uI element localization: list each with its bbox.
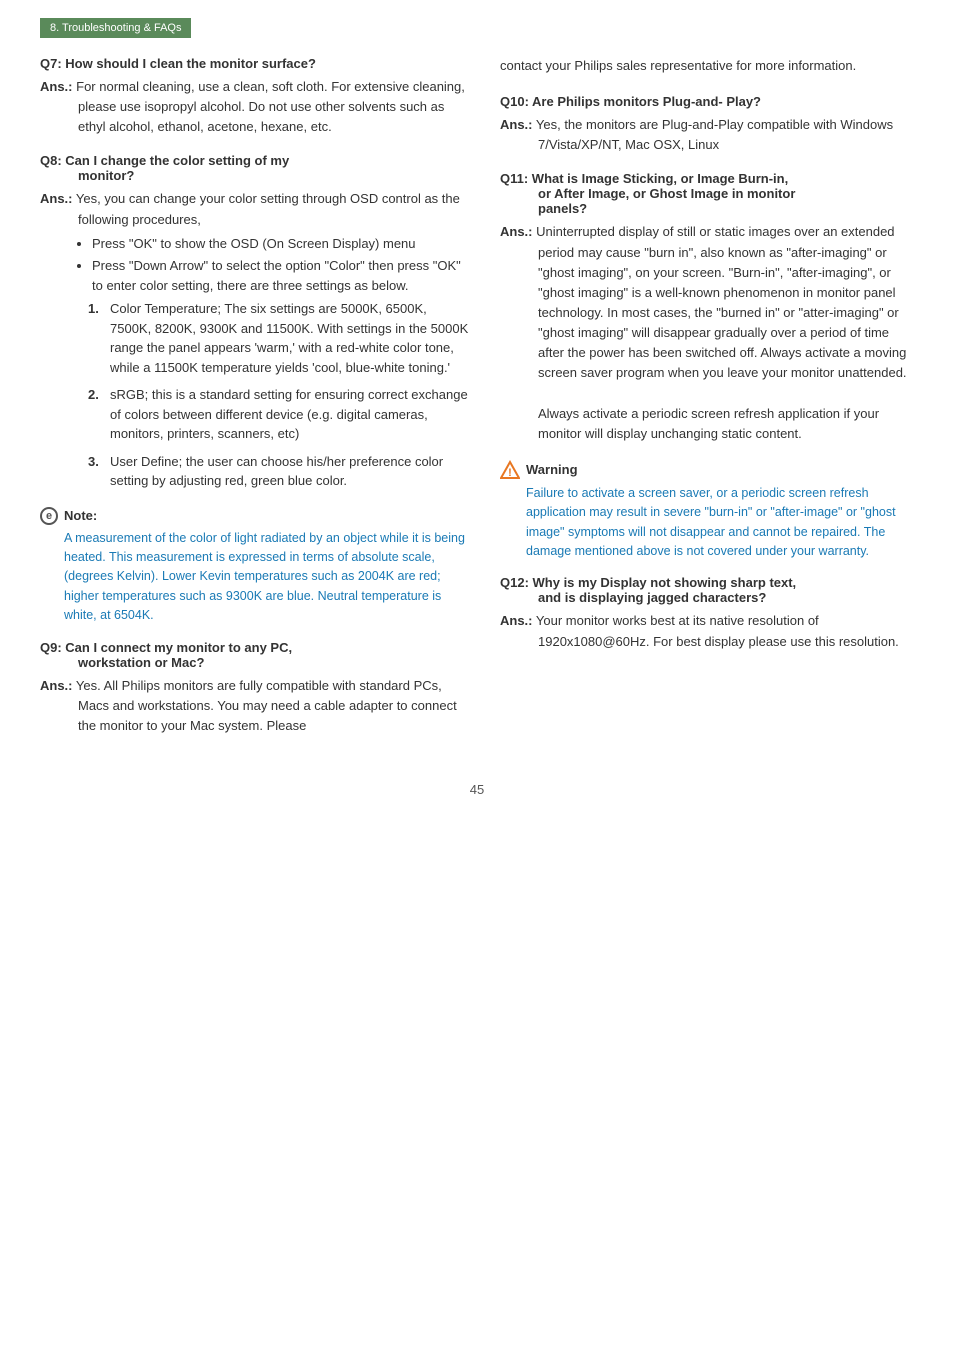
numbered-item-2: 2. sRGB; this is a standard setting for … bbox=[88, 385, 470, 444]
answer-intro-q8: Yes, you can change your color setting t… bbox=[76, 191, 460, 226]
answer-text-q11: Uninterrupted display of still or static… bbox=[536, 224, 906, 380]
svg-text:!: ! bbox=[508, 467, 512, 479]
num-1: 1. bbox=[88, 299, 104, 377]
page-container: 8. Troubleshooting & FAQs Q7: How should… bbox=[0, 0, 954, 1350]
question-q9-line2: workstation or Mac? bbox=[40, 655, 204, 670]
note-header: e Note: bbox=[40, 507, 470, 525]
question-q9-line1: Q9: Can I connect my monitor to any PC, bbox=[40, 640, 292, 655]
numbered-text-2: sRGB; this is a standard setting for ens… bbox=[110, 385, 470, 444]
qa-block-q10: Q10: Are Philips monitors Plug-and- Play… bbox=[500, 94, 914, 155]
question-q11-line2: or After Image, or Ghost Image in monito… bbox=[500, 186, 795, 201]
question-q7: Q7: How should I clean the monitor surfa… bbox=[40, 56, 470, 71]
right-column: contact your Philips sales representativ… bbox=[500, 56, 914, 752]
question-q9: Q9: Can I connect my monitor to any PC, … bbox=[40, 640, 470, 670]
question-q11: Q11: What is Image Sticking, or Image Bu… bbox=[500, 171, 914, 216]
answer-q7: Ans.: For normal cleaning, use a clean, … bbox=[40, 77, 470, 137]
qa-block-q7: Q7: How should I clean the monitor surfa… bbox=[40, 56, 470, 137]
answer-text-q7: For normal cleaning, use a clean, soft c… bbox=[76, 79, 465, 134]
answer-q12: Ans.: Your monitor works best at its nat… bbox=[500, 611, 914, 651]
ans-label-q9: Ans.: bbox=[40, 678, 73, 693]
num-3: 3. bbox=[88, 452, 104, 491]
qa-block-q9: Q9: Can I connect my monitor to any PC, … bbox=[40, 640, 470, 736]
bullet-item-1: Press "OK" to show the OSD (On Screen Di… bbox=[92, 234, 470, 254]
answer-q8: Ans.: Yes, you can change your color set… bbox=[40, 189, 470, 490]
note-label: Note: bbox=[64, 508, 97, 523]
answer-text-q12: Your monitor works best at its native re… bbox=[536, 613, 899, 648]
question-q8-line2: monitor? bbox=[40, 168, 134, 183]
two-column-layout: Q7: How should I clean the monitor surfa… bbox=[40, 56, 914, 752]
answer-q9: Ans.: Yes. All Philips monitors are full… bbox=[40, 676, 470, 736]
ans-label-q7: Ans.: bbox=[40, 79, 73, 94]
note-text: A measurement of the color of light radi… bbox=[40, 529, 470, 626]
ans-label-q8: Ans.: bbox=[40, 191, 73, 206]
answer-text2-q11: Always activate a periodic screen refres… bbox=[538, 406, 879, 441]
tab-bar: 8. Troubleshooting & FAQs bbox=[40, 18, 191, 38]
warning-text: Failure to activate a screen saver, or a… bbox=[500, 484, 914, 562]
question-q12: Q12: Why is my Display not showing sharp… bbox=[500, 575, 914, 605]
numbered-item-3: 3. User Define; the user can choose his/… bbox=[88, 452, 470, 491]
qa-block-q12: Q12: Why is my Display not showing sharp… bbox=[500, 575, 914, 651]
qa-block-q11: Q11: What is Image Sticking, or Image Bu… bbox=[500, 171, 914, 444]
ans-label-q12: Ans.: bbox=[500, 613, 533, 628]
ans-label-q11: Ans.: bbox=[500, 224, 533, 239]
q9-cont: contact your Philips sales representativ… bbox=[500, 56, 914, 76]
numbered-text-3: User Define; the user can choose his/her… bbox=[110, 452, 470, 491]
answer-q11: Ans.: Uninterrupted display of still or … bbox=[500, 222, 914, 444]
warning-label: Warning bbox=[526, 462, 578, 477]
warning-box: ! Warning Failure to activate a screen s… bbox=[500, 460, 914, 562]
question-q12-line2: and is displaying jagged characters? bbox=[500, 590, 766, 605]
answer-text-q9: Yes. All Philips monitors are fully comp… bbox=[76, 678, 457, 733]
warning-header: ! Warning bbox=[500, 460, 914, 480]
note-icon: e bbox=[40, 507, 58, 525]
numbered-list-q8: 1. Color Temperature; The six settings a… bbox=[78, 299, 470, 491]
question-q8: Q8: Can I change the color setting of my… bbox=[40, 153, 470, 183]
bullet-list-q8: Press "OK" to show the OSD (On Screen Di… bbox=[92, 234, 470, 296]
q9-cont-text: contact your Philips sales representativ… bbox=[500, 58, 856, 73]
numbered-text-1: Color Temperature; The six settings are … bbox=[110, 299, 470, 377]
question-q8-line1: Q8: Can I change the color setting of my bbox=[40, 153, 289, 168]
note-box: e Note: A measurement of the color of li… bbox=[40, 507, 470, 626]
bullet-item-2: Press "Down Arrow" to select the option … bbox=[92, 256, 470, 295]
question-q10: Q10: Are Philips monitors Plug-and- Play… bbox=[500, 94, 914, 109]
left-column: Q7: How should I clean the monitor surfa… bbox=[40, 56, 470, 752]
question-q12-line1: Q12: Why is my Display not showing sharp… bbox=[500, 575, 796, 590]
page-number: 45 bbox=[40, 782, 914, 797]
qa-block-q8: Q8: Can I change the color setting of my… bbox=[40, 153, 470, 490]
warning-icon: ! bbox=[500, 460, 520, 480]
answer-text-q10: Yes, the monitors are Plug-and-Play comp… bbox=[536, 117, 893, 152]
numbered-item-1: 1. Color Temperature; The six settings a… bbox=[88, 299, 470, 377]
num-2: 2. bbox=[88, 385, 104, 444]
question-q11-line1: Q11: What is Image Sticking, or Image Bu… bbox=[500, 171, 788, 186]
ans-label-q10: Ans.: bbox=[500, 117, 533, 132]
question-q11-line3: panels? bbox=[500, 201, 587, 216]
answer-q10: Ans.: Yes, the monitors are Plug-and-Pla… bbox=[500, 115, 914, 155]
